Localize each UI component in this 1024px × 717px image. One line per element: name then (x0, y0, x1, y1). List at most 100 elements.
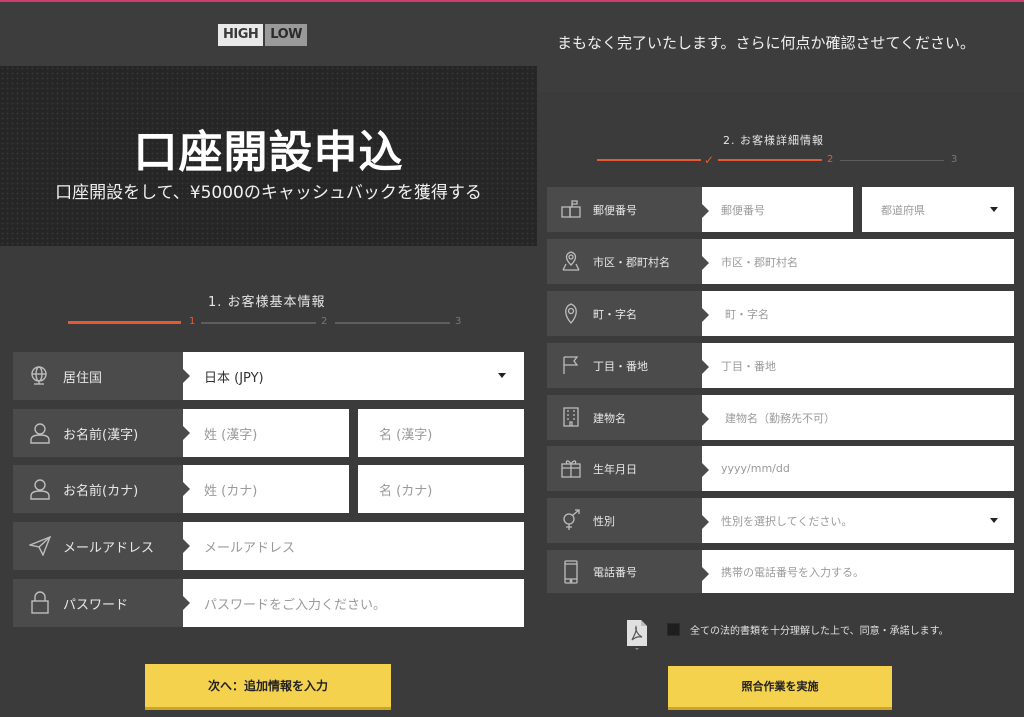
email-input[interactable]: メールアドレス (183, 522, 524, 570)
agree-label: 全ての法的書類を十分理解した上で、同意・承諾します。 (690, 626, 949, 637)
step-number-2: 2 (827, 154, 834, 165)
birthday-label: 生年月日 (593, 462, 637, 476)
email-label-cell: メールアドレス (13, 522, 190, 570)
phone-label: 電話番号 (593, 565, 637, 579)
email-row: メールアドレス メールアドレス (13, 522, 524, 570)
prefecture-placeholder: 都道府県 (881, 203, 925, 217)
location-pin-icon (562, 302, 580, 324)
gender-label: 性別 (593, 514, 615, 528)
gender-icon (561, 509, 581, 531)
last-name-kanji-input[interactable]: 姓 (漢字) (183, 409, 349, 457)
gender-select[interactable]: 性別を選択してください。 (702, 498, 1014, 543)
postal-label-cell: 郵便番号 (547, 187, 709, 232)
phone-row: 電話番号 携帯の電話番号を入力する。 (547, 550, 1014, 593)
first-name-kanji-input[interactable]: 名 (漢字) (358, 409, 524, 457)
pdf-document-icon[interactable] (626, 619, 648, 650)
user-icon (29, 478, 51, 500)
city-placeholder: 市区・郡町村名 (721, 255, 798, 269)
email-placeholder: メールアドレス (204, 540, 296, 556)
country-label: 居住国 (63, 370, 103, 386)
town-placeholder: 町・字名 (725, 307, 769, 321)
street-label: 丁目・番地 (593, 359, 648, 373)
name-kana-label-cell: お名前(カナ) (13, 465, 190, 513)
name-kanji-row: お名前(漢字) 姓 (漢字) 名 (漢字) (13, 409, 524, 457)
last-name-kana-input[interactable]: 姓 (カナ) (183, 465, 349, 513)
building-row: 建物名 建物名（勤務先不可） (547, 395, 1014, 440)
agreement-row: 全ての法的書類を十分理解した上で、同意・承諾します。 (537, 617, 1024, 650)
agree-checkbox[interactable] (667, 623, 680, 636)
birthday-row: 生年月日 yyyy/mm/dd (547, 446, 1014, 491)
name-kana-row: お名前(カナ) 姓 (カナ) 名 (カナ) (13, 465, 524, 513)
completion-message: まもなく完了いたします。さらに何点か確認させてください。 (557, 34, 976, 52)
step-progress-active (718, 159, 822, 161)
hero-banner: 口座開設申込 口座開設をして、¥5000のキャッシュバックを獲得する (0, 66, 537, 246)
prefecture-select[interactable]: 都道府県 (862, 187, 1014, 232)
checkmark-icon: ✓ (704, 153, 715, 167)
globe-icon (27, 364, 51, 388)
postal-code-placeholder: 郵便番号 (721, 203, 765, 217)
birthday-placeholder: yyyy/mm/dd (721, 462, 790, 475)
country-row: 居住国 日本 (JPY) (13, 352, 524, 400)
country-select[interactable]: 日本 (JPY) (183, 352, 524, 400)
town-input[interactable]: 町・字名 (702, 291, 1014, 336)
user-icon (29, 422, 51, 444)
country-label-cell: 居住国 (13, 352, 190, 400)
building-input[interactable]: 建物名（勤務先不可） (702, 395, 1014, 440)
logo-bar: HIGH LOW (0, 2, 537, 66)
map-pin-icon (561, 250, 581, 272)
phone-input[interactable]: 携帯の電話番号を入力する。 (702, 550, 1014, 593)
email-label: メールアドレス (63, 540, 155, 556)
top-accent-line (537, 0, 1024, 2)
step-number-3: 3 (455, 316, 462, 327)
chevron-down-icon (990, 518, 998, 523)
first-name-kana-input[interactable]: 名 (カナ) (358, 465, 524, 513)
step-progress-inactive (201, 322, 316, 324)
logo-high: HIGH (218, 24, 264, 46)
mailbox-icon (561, 199, 581, 219)
last-name-kana-placeholder: 姓 (カナ) (204, 483, 258, 499)
password-label-cell: パスワード (13, 579, 190, 627)
street-input[interactable]: 丁目・番地 (702, 343, 1014, 388)
gender-label-cell: 性別 (547, 498, 709, 543)
chevron-down-icon (498, 373, 506, 378)
name-kanji-label: お名前(漢字) (63, 427, 139, 443)
step-progress-active (68, 321, 181, 324)
lock-icon (29, 591, 51, 615)
step-title: 1. お客様基本情報 (208, 295, 326, 310)
highlow-logo[interactable]: HIGH LOW (218, 24, 307, 46)
building-icon (562, 407, 580, 427)
password-row: パスワード パスワードをご入力ください。 (13, 579, 524, 627)
logo-low: LOW (265, 24, 307, 46)
town-row: 町・字名 町・字名 (547, 291, 1014, 336)
step-number-1: 1 (189, 316, 196, 327)
gift-icon (561, 458, 581, 478)
building-label: 建物名 (593, 411, 626, 425)
birthday-input[interactable]: yyyy/mm/dd (702, 446, 1014, 491)
password-label: パスワード (63, 597, 129, 613)
birthday-label-cell: 生年月日 (547, 446, 709, 491)
password-placeholder: パスワードをご入力ください。 (204, 597, 387, 613)
city-label: 市区・郡町村名 (593, 255, 670, 269)
country-value: 日本 (JPY) (204, 370, 264, 386)
step-title: 2. お客様詳細情報 (723, 134, 824, 147)
step-progress-inactive (335, 322, 450, 324)
page-subtitle: 口座開設をして、¥5000のキャッシュバックを獲得する (55, 183, 482, 203)
first-name-kanji-placeholder: 名 (漢字) (379, 427, 433, 443)
postal-code-input[interactable]: 郵便番号 (702, 187, 853, 232)
city-label-cell: 市区・郡町村名 (547, 239, 709, 284)
street-placeholder: 丁目・番地 (721, 359, 776, 373)
page-title: 口座開設申込 (133, 127, 404, 178)
chevron-down-icon (990, 207, 998, 212)
flag-icon (562, 355, 580, 375)
next-button[interactable]: 次へ：追加情報を入力 (145, 664, 391, 710)
completion-header: まもなく完了いたします。さらに何点か確認させてください。 (537, 2, 1024, 92)
street-row: 丁目・番地 丁目・番地 (547, 343, 1014, 388)
phone-label-cell: 電話番号 (547, 550, 709, 593)
street-label-cell: 丁目・番地 (547, 343, 709, 388)
first-name-kana-placeholder: 名 (カナ) (379, 483, 433, 499)
step-number-3: 3 (951, 154, 958, 165)
password-input[interactable]: パスワードをご入力ください。 (183, 579, 524, 627)
city-input[interactable]: 市区・郡町村名 (702, 239, 1014, 284)
step-number-2: 2 (321, 316, 328, 327)
submit-verification-button[interactable]: 照合作業を実施 (668, 666, 892, 710)
